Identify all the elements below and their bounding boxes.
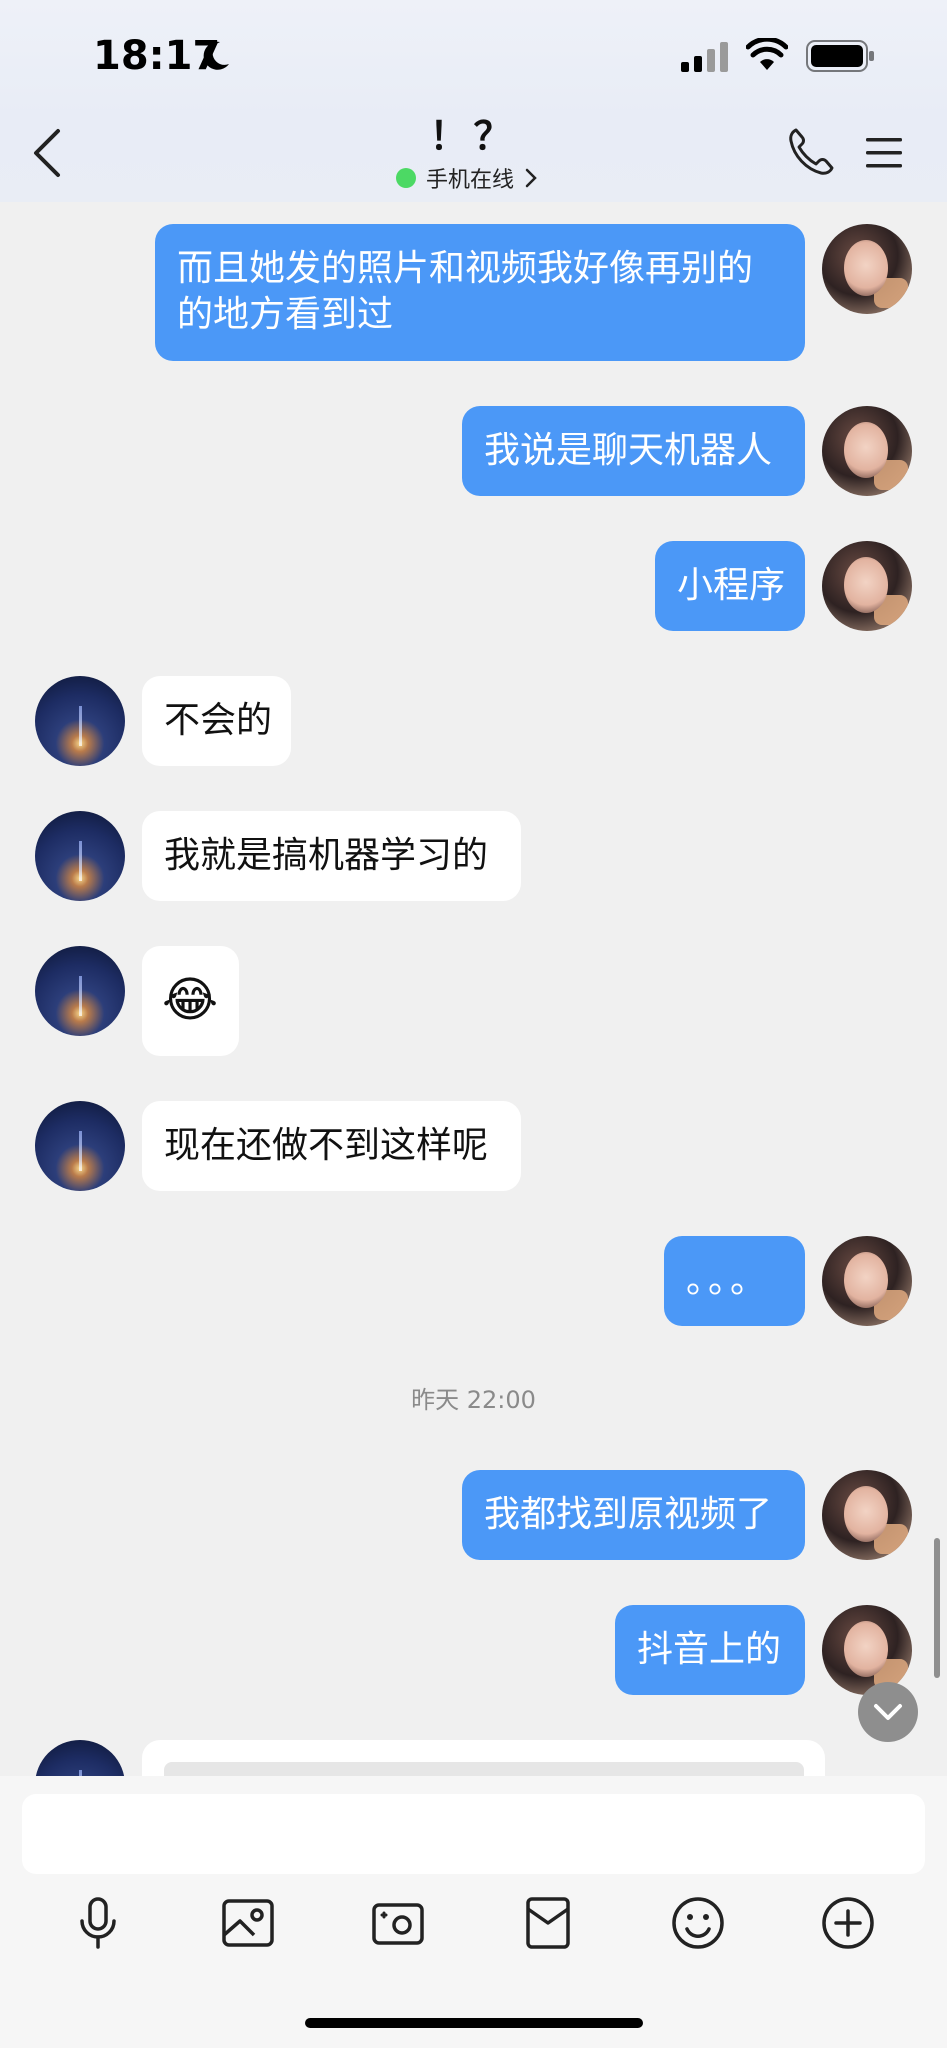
phone-icon[interactable] <box>786 126 834 178</box>
menu-icon[interactable] <box>864 133 904 173</box>
status-bar: 18:17 <box>0 0 947 110</box>
chevron-down-icon <box>874 1704 902 1720</box>
message-bubble-incoming[interactable]: 我就是搞机器学习的 <box>142 811 521 901</box>
message-bubble-outgoing[interactable]: 抖音上的 <box>615 1605 805 1695</box>
avatar-me[interactable] <box>822 1605 912 1695</box>
avatar-peer[interactable] <box>35 1101 125 1191</box>
moon-icon <box>203 41 229 70</box>
message-bubble-outgoing[interactable]: 我说是聊天机器人 <box>462 406 805 496</box>
message-bubble-incoming[interactable]: 现在还做不到这样呢 <box>142 1101 521 1191</box>
message-bubble-outgoing[interactable]: 。。。 <box>664 1236 805 1326</box>
message-bubble-outgoing[interactable]: 小程序 <box>655 541 805 631</box>
presence-label: 手机在线 <box>426 168 515 193</box>
presence-status[interactable]: 手机在线 <box>396 163 538 193</box>
battery-icon <box>806 40 874 72</box>
message-input[interactable] <box>22 1794 925 1874</box>
avatar-me[interactable] <box>822 1470 912 1560</box>
camera-icon[interactable] <box>370 1895 426 1951</box>
mic-icon[interactable] <box>70 1895 126 1951</box>
plus-icon[interactable] <box>820 1895 876 1951</box>
scroll-to-bottom-button[interactable] <box>858 1682 918 1742</box>
online-dot <box>396 168 416 188</box>
avatar-me[interactable] <box>822 224 912 314</box>
avatar-peer[interactable] <box>35 811 125 901</box>
chevron-right-icon <box>525 168 537 188</box>
avatar-me[interactable] <box>822 541 912 631</box>
scroll-indicator[interactable] <box>934 1538 940 1678</box>
avatar-peer[interactable] <box>35 676 125 766</box>
message-bubble-outgoing[interactable]: 我都找到原视频了 <box>462 1470 805 1560</box>
signal-icon <box>681 42 728 72</box>
message-bubble-outgoing[interactable]: 而且她发的照片和视频我好像再别的的地方看到过 <box>155 224 805 361</box>
emoji-icon[interactable] <box>670 1895 726 1951</box>
image-icon[interactable] <box>220 1895 276 1951</box>
avatar-me[interactable] <box>822 406 912 496</box>
home-indicator[interactable] <box>305 2018 643 2028</box>
wifi-icon <box>746 38 788 70</box>
message-bubble-incoming[interactable]: 😂 <box>142 946 239 1056</box>
avatar-peer[interactable] <box>35 946 125 1036</box>
red-packet-icon[interactable] <box>520 1895 576 1951</box>
avatar-me[interactable] <box>822 1236 912 1326</box>
timestamp: 昨天 22:00 <box>411 1386 536 1414</box>
message-bubble-incoming[interactable]: 不会的 <box>142 676 291 766</box>
